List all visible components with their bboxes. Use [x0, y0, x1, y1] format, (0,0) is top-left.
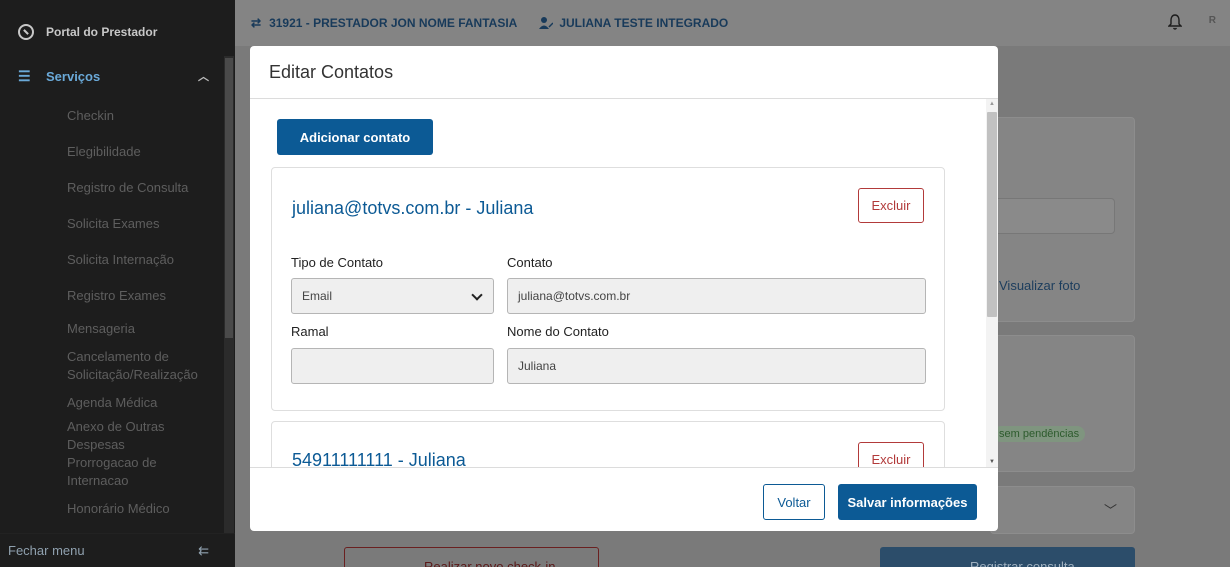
hamburger-icon: ☰ — [18, 67, 31, 84]
scroll-up-icon[interactable]: ▲ — [989, 101, 995, 107]
save-button[interactable]: Salvar informações — [838, 484, 977, 520]
services-menu-title: Serviços — [46, 68, 101, 84]
user-icon — [539, 17, 554, 29]
add-contact-button[interactable]: Adicionar contato — [277, 119, 433, 155]
collapse-arrow-icon: ⇇ — [198, 542, 209, 558]
sidebar-item-mensageria[interactable]: Mensageria — [0, 314, 235, 344]
bg-input — [990, 198, 1115, 234]
contact-name-field[interactable]: Juliana — [507, 348, 926, 384]
sidebar-item-registro-exames[interactable]: Registro Exames — [0, 278, 235, 314]
services-menu-toggle[interactable]: ☰ Serviços ︿ — [0, 64, 235, 88]
sidebar-item-cancelamento[interactable]: Cancelamento de Solicitação/Realização — [0, 344, 235, 388]
close-menu-button[interactable]: Fechar menu ⇇ — [0, 533, 235, 567]
view-photo-link[interactable]: Visualizar foto — [999, 278, 1080, 293]
sidebar-scroll-thumb[interactable] — [225, 58, 233, 338]
user-avatar[interactable]: R — [1209, 15, 1216, 26]
sidebar-item-honorario-medico[interactable]: Honorário Médico — [0, 494, 235, 524]
user-name: JULIANA TESTE INTEGRADO — [559, 16, 729, 30]
sidebar-item-solicita-internacao[interactable]: Solicita Internação — [0, 242, 235, 278]
delete-contact-button[interactable]: Excluir — [858, 442, 924, 467]
provider-name[interactable]: 31921 - PRESTADOR JON NOME FANTASIA — [269, 16, 517, 30]
delete-contact-button[interactable]: Excluir — [858, 188, 924, 223]
contact-title: 54911111111 - Juliana — [292, 450, 466, 467]
chevron-down-icon[interactable]: ﹀ — [1104, 500, 1117, 519]
chevron-up-icon: ︿ — [198, 71, 209, 83]
services-menu-list: Checkin Elegibilidade Registro de Consul… — [0, 98, 235, 524]
brand[interactable]: Portal do Prestador — [0, 0, 235, 64]
sidebar: Portal do Prestador ☰ Serviços ︿ Checkin… — [0, 0, 235, 567]
contact-title: juliana@totvs.com.br - Juliana — [292, 198, 534, 218]
portal-logo-icon — [18, 24, 34, 40]
top-bar: ⇄ 31921 - PRESTADOR JON NOME FANTASIA JU… — [235, 0, 1230, 46]
sidebar-item-prorrogacao[interactable]: Prorrogacao de Internacao — [0, 454, 235, 494]
contact-card: 54911111111 - Juliana Excluir — [271, 421, 945, 467]
contact-value-text: juliana@totvs.com.br — [518, 289, 631, 303]
no-pending-badge: sem pendências — [993, 426, 1086, 442]
contact-type-label: Tipo de Contato — [291, 255, 384, 270]
sidebar-item-anexo-despesas[interactable]: Anexo de Outras Despesas — [0, 418, 235, 454]
edit-contacts-modal: Editar Contatos Adicionar contato julian… — [250, 46, 998, 531]
sidebar-item-checkin[interactable]: Checkin — [0, 98, 235, 134]
modal-body: Adicionar contato juliana@totvs.com.br -… — [250, 99, 986, 467]
sidebar-item-agenda-medica[interactable]: Agenda Médica — [0, 388, 235, 418]
switch-provider-icon[interactable]: ⇄ — [251, 16, 261, 30]
modal-header: Editar Contatos — [250, 46, 998, 99]
ramal-label: Ramal — [291, 324, 329, 339]
scroll-down-icon[interactable]: ▼ — [989, 459, 995, 465]
back-button[interactable]: Voltar — [763, 484, 825, 520]
contact-value-label: Contato — [507, 255, 553, 270]
contact-name-value: Juliana — [518, 359, 557, 373]
register-consult-label: Registrar consulta — [970, 559, 1075, 567]
contact-type-select[interactable]: Email — [291, 278, 494, 314]
close-menu-label: Fechar menu — [8, 543, 85, 558]
modal-footer: Voltar Salvar informações — [250, 467, 998, 531]
bg-card-status — [990, 335, 1135, 472]
sidebar-item-solicita-exames[interactable]: Solicita Exames — [0, 206, 235, 242]
contact-type-value: Email — [302, 289, 333, 303]
new-checkin-label: Realizar novo check-in — [424, 559, 556, 567]
notification-bell-icon[interactable] — [1168, 14, 1182, 30]
contact-card: juliana@totvs.com.br - Juliana Excluir T… — [271, 167, 945, 411]
modal-scroll-thumb[interactable] — [987, 112, 997, 317]
brand-title: Portal do Prestador — [46, 25, 158, 39]
contact-name-label: Nome do Contato — [507, 324, 609, 339]
contact-value-field[interactable]: juliana@totvs.com.br — [507, 278, 926, 314]
sidebar-item-elegibilidade[interactable]: Elegibilidade — [0, 134, 235, 170]
modal-scrollbar[interactable]: ▲ ▼ — [986, 99, 998, 467]
user-info[interactable]: JULIANA TESTE INTEGRADO — [539, 16, 728, 30]
modal-title: Editar Contatos — [269, 61, 394, 82]
chevron-down-icon — [471, 289, 483, 301]
ramal-field[interactable] — [291, 348, 494, 384]
sidebar-item-registro-consulta[interactable]: Registro de Consulta — [0, 170, 235, 206]
